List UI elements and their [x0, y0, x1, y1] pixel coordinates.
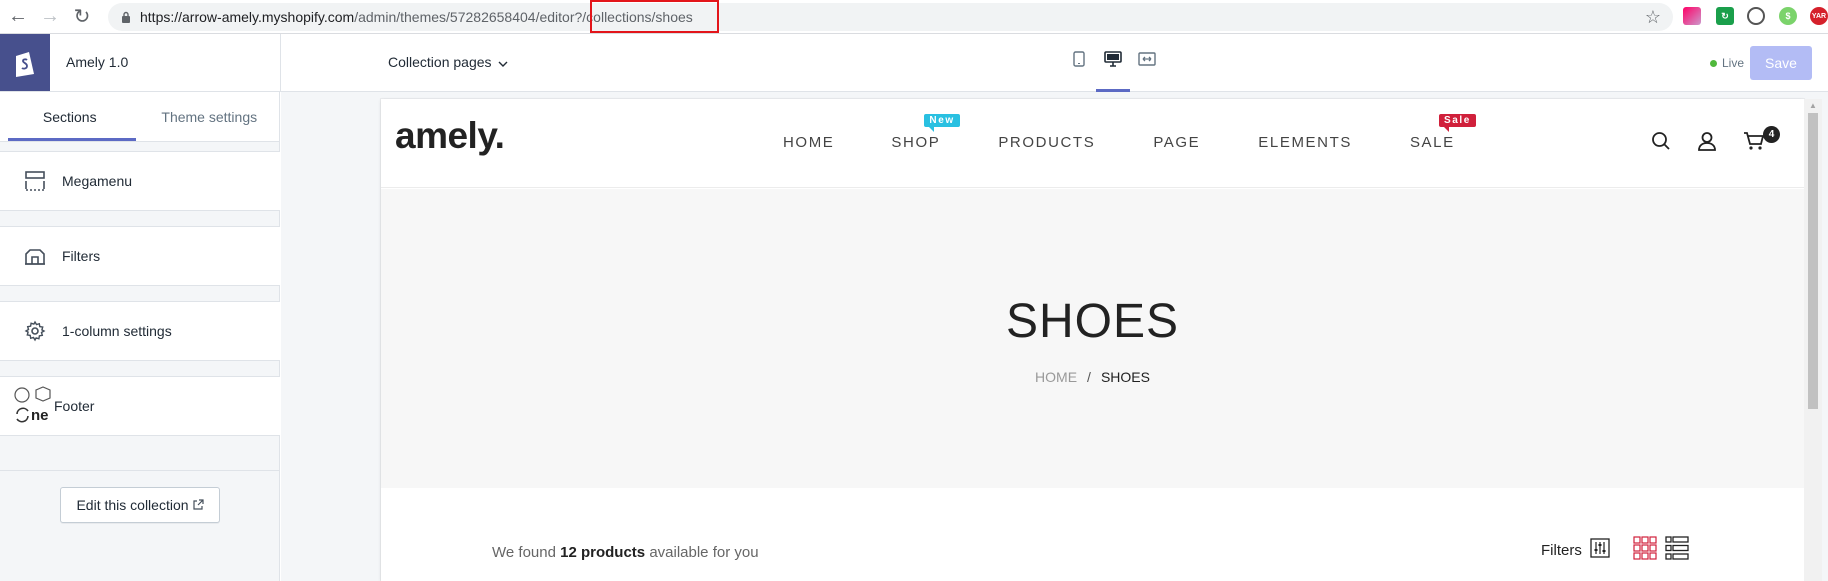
extension-icon-4[interactable]: $: [1779, 7, 1797, 25]
store-logo[interactable]: amely.: [395, 115, 505, 157]
cart-icon[interactable]: [1743, 131, 1765, 156]
menu-item-home[interactable]: HOME: [783, 134, 834, 151]
extension-icon-1[interactable]: [1683, 7, 1701, 25]
cart-count-badge: 4: [1763, 126, 1780, 143]
filters-label: Filters: [1541, 541, 1582, 559]
desktop-view-icon[interactable]: [1096, 48, 1130, 92]
page-type-label: Collection pages: [388, 54, 492, 70]
divider: [0, 470, 280, 471]
menu-item-label: SHOP: [891, 134, 941, 151]
reload-icon[interactable]: ↻: [68, 3, 96, 31]
lock-icon: [118, 9, 134, 25]
account-icon[interactable]: [1697, 131, 1717, 156]
section-label: Filters: [62, 248, 101, 264]
scroll-thumb[interactable]: [1808, 113, 1818, 409]
live-dot-icon: [1710, 59, 1717, 67]
forward-icon[interactable]: →: [36, 3, 64, 31]
live-label: Live: [1722, 56, 1745, 70]
save-button[interactable]: Save: [1750, 46, 1812, 80]
found-prefix: We found: [492, 544, 556, 561]
header-icons: [1651, 131, 1765, 156]
menu-item-elements[interactable]: ELEMENTS: [1258, 134, 1352, 151]
page-type-dropdown[interactable]: Collection pages: [388, 54, 508, 70]
section-item-megamenu[interactable]: Megamenu: [0, 151, 280, 211]
divider: [280, 34, 281, 92]
back-icon[interactable]: ←: [4, 3, 32, 31]
menu-item-page[interactable]: PAGE: [1153, 134, 1200, 151]
browser-toolbar: ← → ↻ https://arrow-amely.myshopify.com/…: [0, 0, 1828, 34]
svg-text:ne: ne: [31, 407, 49, 424]
megamenu-icon: [20, 166, 50, 196]
store-preview: amely. HOME SHOP New PRODUCTS PAGE ELEME…: [381, 99, 1804, 581]
extension-icon-3[interactable]: [1747, 7, 1765, 25]
editor-topbar: Amely 1.0 Collection pages Live Save: [0, 34, 1828, 92]
section-item-filters[interactable]: Filters: [0, 226, 280, 286]
section-label: Footer: [54, 398, 95, 414]
store-header: amely. HOME SHOP New PRODUCTS PAGE ELEME…: [381, 99, 1804, 188]
filters-toggle[interactable]: Filters: [1541, 538, 1610, 562]
sliders-icon: [1590, 538, 1610, 562]
mobile-view-icon[interactable]: [1068, 48, 1090, 70]
external-link-icon: [192, 497, 204, 513]
found-count: 12 products: [560, 544, 646, 561]
view-switcher: [1633, 536, 1689, 565]
live-status: Live: [1710, 56, 1744, 70]
menu-item-label: SALE: [1409, 134, 1455, 151]
menu-item-products[interactable]: PRODUCTS: [998, 134, 1095, 151]
device-switcher: [1068, 48, 1158, 92]
active-tab-indicator: [8, 138, 136, 141]
search-icon[interactable]: [1651, 131, 1671, 156]
collection-title: SHOES: [1005, 295, 1180, 348]
filters-section-icon: [20, 241, 50, 271]
chevron-down-icon: [498, 54, 508, 70]
new-badge: New: [924, 114, 960, 132]
section-item-1-column-settings[interactable]: 1-column settings: [0, 301, 280, 361]
breadcrumb-separator: /: [1087, 369, 1091, 385]
grid-view-icon[interactable]: [1633, 536, 1657, 565]
sidebar-tabs: Sections Theme settings: [0, 92, 279, 142]
url-path: /admin/themes/57282658404/editor: [354, 9, 575, 25]
bookmark-star-icon[interactable]: ☆: [1645, 7, 1661, 28]
section-label: 1-column settings: [62, 323, 172, 339]
theme-name: Amely 1.0: [66, 54, 129, 70]
collection-hero: SHOES HOME / SHOES: [381, 189, 1804, 488]
edit-collection-label: Edit this collection: [76, 497, 189, 513]
tab-theme-settings[interactable]: Theme settings: [140, 92, 280, 142]
edit-collection-button[interactable]: Edit this collection: [60, 487, 220, 523]
section-label: Megamenu: [62, 173, 133, 189]
url-highlight-box: [590, 0, 719, 33]
footer-icon: ne: [12, 386, 54, 424]
menu-item-shop[interactable]: SHOP New: [891, 114, 960, 151]
main-menu: HOME SHOP New PRODUCTS PAGE ELEMENTS SAL…: [783, 114, 1476, 151]
sale-badge: Sale: [1438, 114, 1476, 132]
section-item-footer[interactable]: ne Footer: [0, 376, 280, 436]
menu-item-sale[interactable]: SALE Sale: [1409, 114, 1476, 151]
sections-sidebar: Sections Theme settings Megamenu Filters…: [0, 92, 280, 581]
extension-icon-2[interactable]: ↻: [1716, 7, 1734, 25]
extension-icon-5[interactable]: YAR: [1810, 7, 1828, 25]
address-bar[interactable]: https://arrow-amely.myshopify.com/admin/…: [108, 3, 1673, 31]
found-suffix: available for you: [649, 544, 759, 561]
products-found-text: We found 12 products available for you: [492, 544, 759, 561]
fullscreen-view-icon[interactable]: [1136, 48, 1158, 70]
list-view-icon[interactable]: [1665, 536, 1689, 565]
tab-sections[interactable]: Sections: [0, 92, 140, 142]
shopify-logo-icon[interactable]: [0, 34, 50, 91]
scroll-up-icon[interactable]: ▲: [1809, 101, 1817, 110]
breadcrumb: HOME / SHOES: [381, 369, 1804, 385]
breadcrumb-home[interactable]: HOME: [1035, 369, 1077, 385]
gear-icon: [20, 316, 50, 346]
url-host: https://arrow-amely.myshopify.com: [140, 9, 355, 25]
preview-scrollbar[interactable]: ▲: [1804, 99, 1822, 581]
breadcrumb-current: SHOES: [1100, 369, 1150, 385]
